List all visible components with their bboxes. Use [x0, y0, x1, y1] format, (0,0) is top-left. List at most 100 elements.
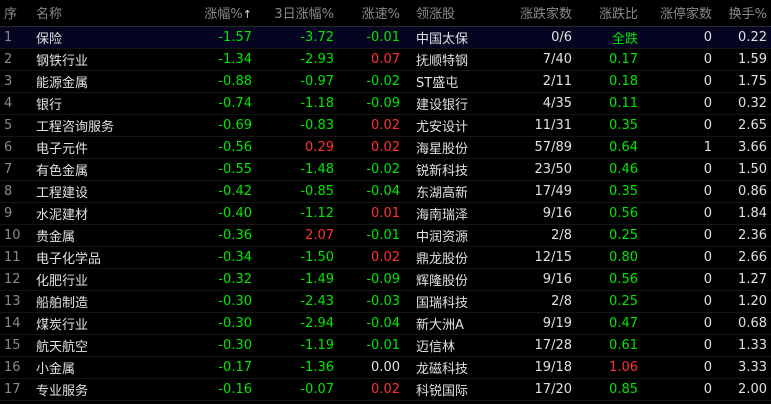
column-header-leader[interactable]: 领涨股	[404, 0, 490, 26]
row-index: 2	[4, 51, 13, 67]
change-3d-cell: -2.93	[300, 51, 334, 67]
change-pct-cell: -0.36	[218, 227, 252, 243]
speed-cell: -0.09	[366, 95, 400, 111]
up-down-count-cell: 2/8	[551, 227, 572, 243]
column-header-index-label: 序	[4, 7, 18, 23]
up-down-ratio-cell: 0.80	[609, 249, 638, 265]
sector-name: 小金属	[36, 361, 76, 377]
change-pct-cell: -0.32	[218, 271, 252, 287]
table-row[interactable]: 6 电子元件 -0.56 0.29 0.02 海星股份 57/89 0.64 1 3.66	[0, 136, 771, 158]
change-3d-cell: -0.97	[300, 73, 334, 89]
row-index: 17	[4, 381, 21, 397]
leader-stock-cell: 海南瑞泽	[416, 207, 469, 223]
column-header-change-3d-label: 3日涨幅%	[274, 7, 334, 23]
up-down-count-cell: 2/11	[542, 73, 572, 89]
turnover-cell: 2.36	[738, 227, 767, 243]
change-pct-cell: -0.74	[218, 95, 252, 111]
speed-cell: -0.02	[366, 161, 400, 177]
speed-cell: 0.02	[371, 139, 400, 155]
limit-up-count-cell: 0	[703, 205, 712, 221]
speed-cell: 0.02	[371, 381, 400, 397]
row-index: 13	[4, 293, 21, 309]
sector-name: 专业服务	[36, 383, 89, 399]
up-down-count-cell: 19/18	[534, 359, 572, 375]
sector-name: 航天航空	[36, 339, 89, 355]
table-row[interactable]: 8 工程建设 -0.42 -0.85 -0.04 东湖高新 17/49 0.35 0 0.86	[0, 180, 771, 202]
leader-stock-cell: 中润资源	[416, 229, 469, 245]
table-row[interactable]: 16 小金属 -0.17 -1.36 0.00 龙磁科技 19/18 1.06 0 3.33	[0, 356, 771, 378]
sort-ascending-icon: ↑	[242, 8, 252, 22]
turnover-cell: 0.32	[738, 95, 767, 111]
leader-stock-cell: 迈信林	[416, 339, 456, 355]
table-row[interactable]: 14 煤炭行业 -0.30 -2.94 -0.04 新大洲A 9/19 0.47 0 0.68	[0, 312, 771, 334]
column-header-limit-up-count-label: 涨停家数	[659, 7, 712, 23]
sector-name: 煤炭行业	[36, 317, 89, 333]
up-down-count-cell: 9/16	[542, 205, 572, 221]
table-row[interactable]: 3 能源金属 -0.88 -0.97 -0.02 ST盛屯 2/11 0.18 0 1.75	[0, 70, 771, 92]
leader-stock-cell: 鼎龙股份	[416, 251, 469, 267]
speed-cell: -0.09	[366, 271, 400, 287]
leader-stock-cell: 新大洲A	[416, 317, 464, 333]
column-header-up-down-ratio[interactable]: 涨跌比	[576, 0, 642, 26]
up-down-count-cell: 17/20	[534, 381, 572, 397]
column-header-change-3d[interactable]: 3日涨幅%	[256, 0, 338, 26]
sector-name: 工程建设	[36, 185, 89, 201]
speed-cell: -0.04	[366, 183, 400, 199]
up-down-count-cell: 0/6	[551, 29, 572, 45]
table-row[interactable]: 15 航天航空 -0.30 -1.19 -0.01 迈信林 17/28 0.61 0 1.33	[0, 334, 771, 356]
change-3d-cell: 2.07	[305, 227, 334, 243]
table-row[interactable]: 4 银行 -0.74 -1.18 -0.09 建设银行 4/35 0.11 0 0.32	[0, 92, 771, 114]
row-index: 3	[4, 73, 13, 89]
sector-name: 有色金属	[36, 163, 89, 179]
leader-stock-cell: 建设银行	[416, 97, 469, 113]
up-down-ratio-cell: 0.18	[609, 73, 638, 89]
change-3d-cell: -0.85	[300, 183, 334, 199]
column-header-speed[interactable]: 涨速%	[338, 0, 404, 26]
change-pct-cell: -0.55	[218, 161, 252, 177]
table-row[interactable]: 12 化肥行业 -0.32 -1.49 -0.09 辉隆股份 9/16 0.56 0 1.27	[0, 268, 771, 290]
leader-stock-cell: 国瑞科技	[416, 295, 469, 311]
table-row[interactable]: 10 贵金属 -0.36 2.07 -0.01 中润资源 2/8 0.25 0 2.36	[0, 224, 771, 246]
up-down-ratio-cell: 0.11	[609, 95, 638, 111]
speed-cell: 0.01	[371, 205, 400, 221]
limit-up-count-cell: 0	[703, 315, 712, 331]
table-row[interactable]: 9 水泥建材 -0.40 -1.12 0.01 海南瑞泽 9/16 0.56 0 1.84	[0, 202, 771, 224]
table-row[interactable]: 1 保险 -1.57 -3.72 -0.01 中国太保 0/6 全跌 0 0.22	[0, 26, 771, 48]
up-down-ratio-cell: 0.56	[609, 271, 638, 287]
sector-name: 银行	[36, 97, 63, 113]
up-down-ratio-cell: 0.46	[609, 161, 638, 177]
row-index: 16	[4, 359, 21, 375]
speed-cell: -0.01	[366, 29, 400, 45]
table-row[interactable]: 2 钢铁行业 -1.34 -2.93 0.07 抚顺特钢 7/40 0.17 0 1.59	[0, 48, 771, 70]
column-header-turnover[interactable]: 换手%	[716, 0, 771, 26]
up-down-ratio-cell: 0.17	[609, 51, 638, 67]
column-header-index[interactable]: 序	[0, 0, 32, 26]
table-row[interactable]: 5 工程咨询服务 -0.69 -0.83 0.02 尤安设计 11/31 0.35 0 2.65	[0, 114, 771, 136]
table-row[interactable]: 13 船舶制造 -0.30 -2.43 -0.03 国瑞科技 2/8 0.25 0 1.20	[0, 290, 771, 312]
sector-name: 电子化学品	[36, 251, 102, 267]
up-down-ratio-cell: 0.85	[609, 381, 638, 397]
table-row[interactable]: 17 专业服务 -0.16 -0.07 0.02 科锐国际 17/20 0.85 0 2.00	[0, 378, 771, 400]
sector-name: 钢铁行业	[36, 53, 89, 69]
change-pct-cell: -0.17	[218, 359, 252, 375]
up-down-ratio-cell: 0.56	[609, 205, 638, 221]
turnover-cell: 2.66	[738, 249, 767, 265]
change-3d-cell: -0.83	[300, 117, 334, 133]
row-index: 11	[4, 249, 21, 265]
up-down-ratio-cell: 0.35	[609, 117, 638, 133]
table-row[interactable]: 11 电子化学品 -0.34 -1.50 0.02 鼎龙股份 12/15 0.80 0 2.66	[0, 246, 771, 268]
limit-up-count-cell: 0	[703, 271, 712, 287]
column-header-leader-label: 领涨股	[416, 7, 456, 23]
column-header-up-down-count[interactable]: 涨跌家数	[490, 0, 576, 26]
change-pct-cell: -0.88	[218, 73, 252, 89]
column-header-change-pct[interactable]: 涨幅%↑	[182, 0, 256, 26]
turnover-cell: 0.22	[738, 29, 767, 45]
column-header-speed-label: 涨速%	[361, 7, 400, 23]
limit-up-count-cell: 0	[703, 73, 712, 89]
turnover-cell: 1.84	[738, 205, 767, 221]
column-header-limit-up-count[interactable]: 涨停家数	[642, 0, 716, 26]
change-pct-cell: -1.57	[218, 29, 252, 45]
column-header-name[interactable]: 名称	[32, 0, 182, 26]
table-row[interactable]: 7 有色金属 -0.55 -1.48 -0.02 锐新科技 23/50 0.46 0 1.50	[0, 158, 771, 180]
sector-name: 保险	[36, 31, 63, 47]
